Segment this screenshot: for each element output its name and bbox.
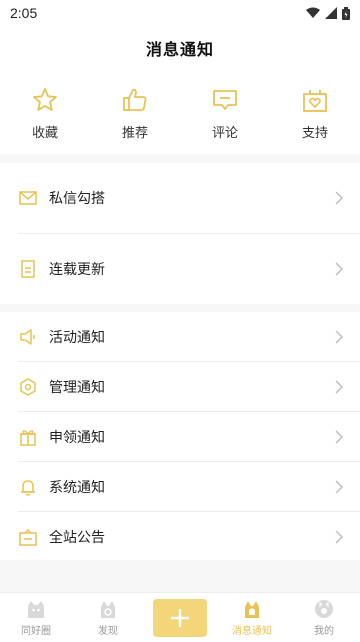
row-claim-notice[interactable]: 申领通知	[0, 412, 360, 461]
bottom-tab-bar: 同好圈 发现 消息通知 我的	[0, 592, 360, 642]
battery-icon	[342, 6, 350, 20]
chevron-right-icon	[335, 480, 343, 493]
comment-icon	[213, 90, 237, 110]
cat-community-icon	[28, 601, 44, 618]
quick-actions: 收藏 推荐 评论 支持	[0, 70, 360, 154]
quick-recommend[interactable]: 推荐	[90, 70, 180, 154]
chevron-right-icon	[335, 262, 343, 276]
gift-heart-icon	[303, 90, 327, 112]
chevron-right-icon	[335, 530, 343, 543]
document-icon	[18, 259, 38, 279]
gift-icon	[18, 427, 38, 447]
tab-discover[interactable]: 发现	[72, 593, 144, 642]
chevron-right-icon	[335, 430, 343, 443]
status-icons	[306, 6, 350, 20]
mail-icon	[18, 188, 38, 208]
quick-label-support: 支持	[301, 125, 328, 140]
row-private-message[interactable]: 私信勾搭	[0, 163, 360, 233]
tab-label: 我的	[314, 626, 334, 637]
plus-icon	[171, 608, 189, 627]
tab-create[interactable]	[144, 593, 216, 642]
thumbs-up-icon	[123, 88, 147, 111]
message-group-1: 私信勾搭 连载更新	[0, 163, 360, 304]
cat-profile-icon	[315, 600, 333, 618]
quick-support[interactable]: 支持	[270, 70, 360, 154]
chevron-right-icon	[335, 380, 343, 393]
tab-label: 消息通知	[232, 626, 272, 637]
chevron-right-icon	[335, 330, 343, 343]
row-label: 管理通知	[49, 378, 105, 395]
quick-comments[interactable]: 评论	[180, 70, 270, 154]
create-button[interactable]	[153, 598, 207, 637]
status-time: 2:05	[10, 5, 38, 21]
tab-label: 同好圈	[21, 626, 51, 637]
header: 消息通知	[0, 26, 360, 70]
star-icon	[33, 88, 57, 111]
bell-icon	[18, 477, 38, 497]
row-site-announcement[interactable]: 全站公告	[0, 512, 360, 561]
row-label: 连载更新	[49, 261, 105, 277]
row-label: 私信勾搭	[49, 190, 105, 206]
page-title: 消息通知	[145, 42, 214, 59]
chevron-right-icon	[335, 191, 343, 205]
row-serial-update[interactable]: 连载更新	[0, 234, 360, 304]
signal-icon	[325, 7, 337, 19]
tab-mine[interactable]: 我的	[288, 593, 360, 642]
row-admin-notice[interactable]: 管理通知	[0, 362, 360, 411]
message-group-2: 活动通知 管理通知 申领通知 系统通知 全站公告	[0, 312, 360, 560]
row-label: 全站公告	[49, 528, 105, 545]
tab-community[interactable]: 同好圈	[0, 593, 72, 642]
cat-bell-icon	[245, 601, 259, 618]
row-label: 活动通知	[49, 328, 105, 345]
quick-favorites[interactable]: 收藏	[0, 70, 90, 154]
quick-label-recommend: 推荐	[121, 125, 148, 140]
row-system-notice[interactable]: 系统通知	[0, 462, 360, 511]
wifi-icon	[306, 7, 320, 18]
announcement-icon	[18, 527, 38, 547]
status-bar: 2:05	[0, 0, 360, 26]
quick-label-favorites: 收藏	[31, 125, 58, 140]
tab-notifications[interactable]: 消息通知	[216, 593, 288, 642]
tab-label: 发现	[98, 626, 118, 637]
megaphone-icon	[18, 327, 38, 347]
hexagon-icon	[18, 377, 38, 397]
quick-label-comments: 评论	[211, 125, 238, 140]
row-activity-notice[interactable]: 活动通知	[0, 312, 360, 361]
row-label: 申领通知	[49, 428, 105, 445]
cat-discover-icon	[101, 601, 115, 618]
row-label: 系统通知	[49, 478, 105, 495]
